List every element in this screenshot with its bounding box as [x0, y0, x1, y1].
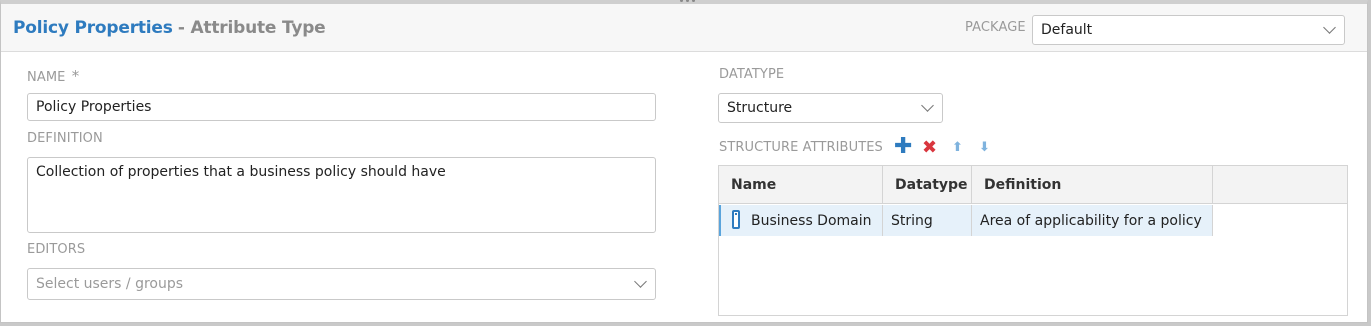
structure-attributes-label: STRUCTURE ATTRIBUTES	[719, 140, 883, 155]
definition-label: DEFINITION	[27, 131, 103, 146]
required-marker: *	[71, 67, 80, 85]
datatype-label: DATATYPE	[719, 67, 785, 82]
datatype-select[interactable]: Structure	[718, 93, 943, 123]
title-main: Policy Properties	[13, 18, 173, 38]
editors-select[interactable]: Select users / groups	[27, 268, 656, 300]
column-header-datatype[interactable]: Datatype	[883, 166, 972, 204]
name-label-text: NAME	[27, 70, 66, 85]
attribute-icon	[732, 210, 740, 229]
attribute-type-panel: Policy Properties - Attribute Type PACKA…	[0, 0, 1368, 323]
row-definition-cell[interactable]: Area of applicability for a policy	[972, 205, 1213, 236]
row-datatype-cell[interactable]: String	[883, 205, 972, 236]
package-value: Default	[1041, 22, 1093, 38]
row-definition: Area of applicability for a policy	[980, 212, 1202, 229]
name-label: NAME *	[27, 67, 79, 85]
package-label: PACKAGE	[965, 20, 1026, 35]
delete-icon[interactable]: ✖	[922, 138, 937, 158]
table-header: Name Datatype Definition	[719, 166, 1347, 204]
column-header-name[interactable]: Name	[719, 166, 883, 204]
column-header-definition[interactable]: Definition	[972, 166, 1213, 204]
add-icon[interactable]: ✚	[894, 136, 912, 158]
page-title: Policy Properties - Attribute Type	[13, 18, 326, 38]
package-select[interactable]: Default	[1032, 15, 1345, 45]
chevron-down-icon	[921, 99, 934, 112]
structure-attributes-table: Name Datatype Definition Business Domain…	[718, 165, 1348, 316]
chevron-down-icon	[1323, 21, 1336, 34]
panel-header: Policy Properties - Attribute Type PACKA…	[1, 4, 1367, 52]
definition-value: Collection of properties that a business…	[36, 164, 446, 180]
name-field[interactable]: Policy Properties	[27, 93, 656, 121]
chevron-down-icon	[634, 275, 647, 288]
editors-label: EDITORS	[27, 242, 86, 257]
move-up-icon[interactable]: ⬆	[952, 138, 963, 158]
datatype-value: Structure	[727, 100, 793, 116]
editors-placeholder: Select users / groups	[36, 276, 184, 292]
name-value: Policy Properties	[36, 99, 152, 115]
move-down-icon[interactable]: ⬇	[979, 138, 990, 158]
row-name: Business Domain	[751, 212, 872, 229]
row-name-cell[interactable]: Business Domain	[721, 205, 883, 236]
row-datatype: String	[891, 212, 933, 229]
definition-field[interactable]: Collection of properties that a business…	[27, 157, 656, 233]
title-sub: - Attribute Type	[177, 18, 326, 38]
table-row[interactable]: Business Domain String Area of applicabi…	[719, 205, 1213, 236]
